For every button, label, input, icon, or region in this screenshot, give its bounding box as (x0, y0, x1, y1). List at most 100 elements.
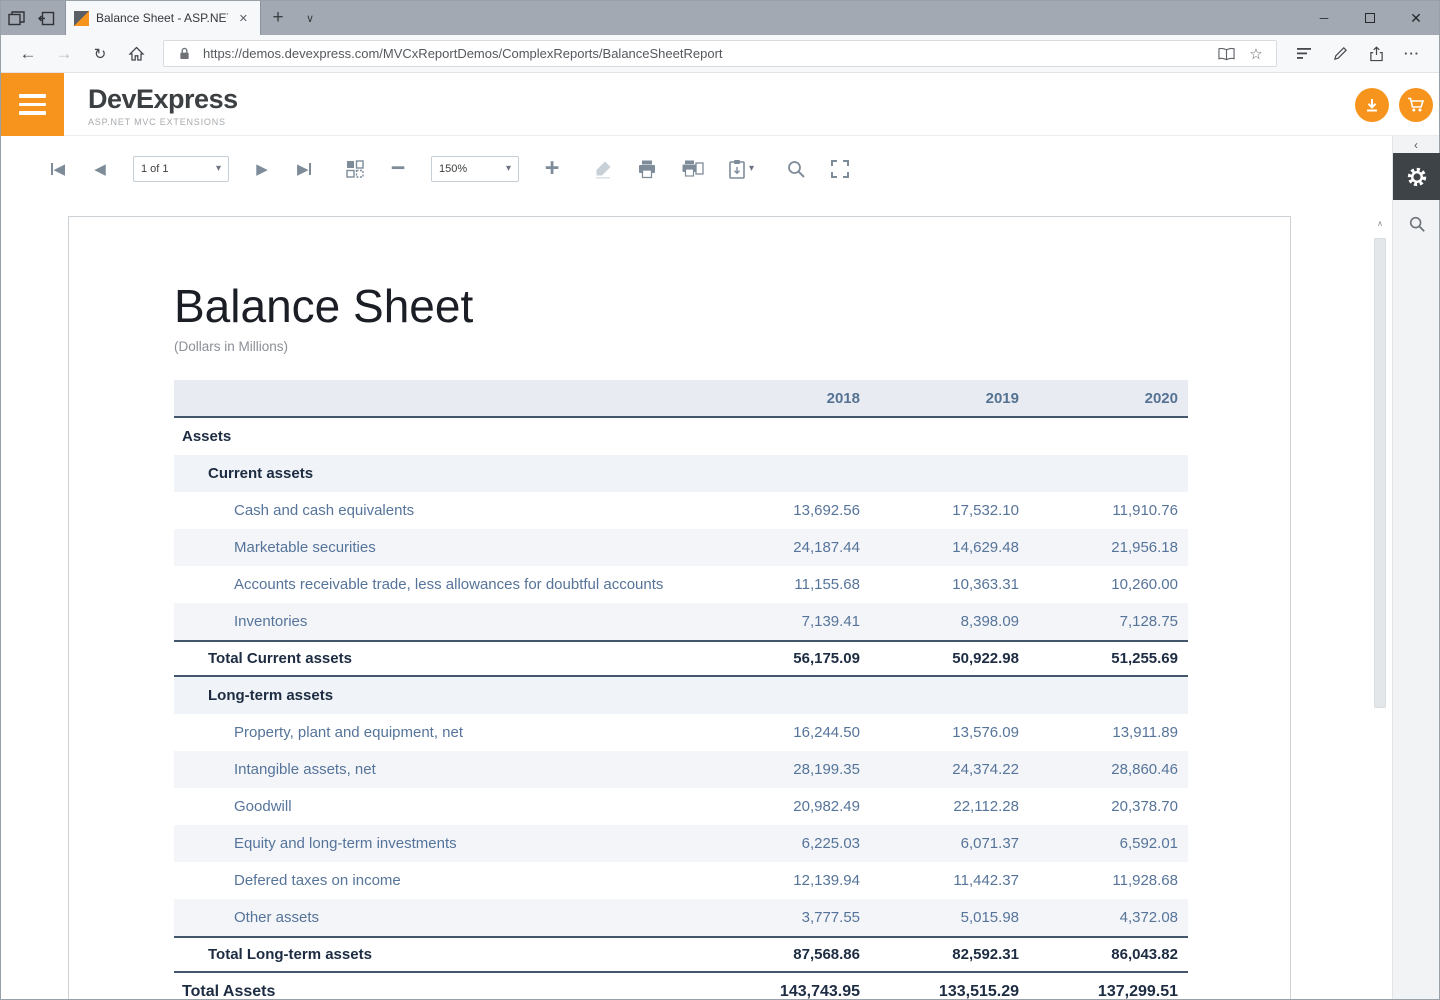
zoom-selector[interactable]: 150% ▾ (431, 156, 519, 182)
address-bar[interactable]: https://demos.devexpress.com/MVCxReportD… (163, 40, 1277, 67)
back-button[interactable]: ← (11, 39, 45, 69)
row-value: 24,187.44 (711, 539, 870, 556)
row-value: 87,568.86 (711, 946, 870, 963)
url-text: https://demos.devexpress.com/MVCxReportD… (203, 46, 1207, 61)
gear-icon (1406, 166, 1428, 188)
collapse-panel-button[interactable]: ‹ (1393, 136, 1439, 153)
search-panel-tab[interactable] (1393, 200, 1440, 247)
forward-button[interactable]: → (47, 39, 81, 69)
next-page-button[interactable]: ▶ (253, 160, 271, 178)
lock-icon (173, 47, 195, 60)
row-value: 13,911.89 (1029, 724, 1188, 741)
site-favicon (74, 11, 89, 26)
close-button[interactable]: ✕ (1393, 1, 1439, 35)
window-controls: ─ ✕ (1301, 1, 1439, 35)
document-scrollbar[interactable]: ∧ (1373, 216, 1387, 999)
refresh-button[interactable]: ↻ (83, 39, 117, 69)
tab-bar: Balance Sheet - ASP.NET ✕ + ∨ ─ ✕ (1, 1, 1439, 35)
tab-preview-icon[interactable] (1, 1, 31, 35)
fullscreen-button[interactable] (830, 159, 850, 179)
row-value: 6,071.37 (870, 835, 1029, 852)
highlight-editing-fields-button[interactable] (593, 159, 613, 179)
set-tabs-aside-icon[interactable] (31, 1, 61, 35)
balance-sheet-table: 2018 2019 2020 AssetsCurrent assetsCash … (174, 380, 1188, 999)
row-value: 6,592.01 (1029, 835, 1188, 852)
table-row: Total Current assets56,175.0950,922.9851… (174, 640, 1188, 677)
header-year-2020: 2020 (1029, 390, 1188, 407)
share-button[interactable] (1359, 39, 1393, 69)
first-page-button[interactable]: ◀ (49, 160, 67, 178)
previous-page-button[interactable]: ◀ (91, 160, 109, 178)
table-row: Total Assets143,743.95133,515.29137,299.… (174, 973, 1188, 999)
row-value: 11,442.37 (870, 872, 1029, 889)
minimize-button[interactable]: ─ (1301, 1, 1347, 35)
row-label: Marketable securities (174, 539, 711, 556)
row-label: Long-term assets (174, 687, 711, 704)
search-button[interactable] (786, 159, 806, 179)
row-label: Current assets (174, 465, 711, 482)
row-value: 56,175.09 (711, 650, 870, 667)
row-value: 10,260.00 (1029, 576, 1188, 593)
search-icon (1408, 215, 1426, 233)
page-selector[interactable]: 1 of 1 ▾ (133, 156, 229, 182)
scroll-up-icon[interactable]: ∧ (1373, 216, 1387, 230)
row-value: 133,515.29 (870, 983, 1029, 1000)
row-value: 11,910.76 (1029, 502, 1188, 519)
export-options-tab[interactable] (1393, 153, 1440, 200)
zoom-level: 150% (439, 163, 506, 175)
scrollbar-thumb[interactable] (1374, 238, 1386, 708)
reading-view-icon[interactable] (1215, 47, 1237, 61)
favorites-hub-button[interactable] (1287, 39, 1321, 69)
caret-down-icon: ▾ (506, 163, 511, 174)
zoom-out-button[interactable]: − (389, 154, 407, 183)
logo-tagline: ASP.NET MVC EXTENSIONS (88, 117, 238, 127)
row-value: 82,592.31 (870, 946, 1029, 963)
row-label: Cash and cash equivalents (174, 502, 711, 519)
table-row: Cash and cash equivalents13,692.5617,532… (174, 492, 1188, 529)
row-value: 51,255.69 (1029, 650, 1188, 667)
row-value: 10,363.31 (870, 576, 1029, 593)
more-options-button[interactable]: ··· (1395, 39, 1429, 69)
multipage-view-button[interactable] (345, 159, 365, 179)
annotate-pen-button[interactable] (1323, 39, 1357, 69)
row-value: 20,982.49 (711, 798, 870, 815)
print-page-button[interactable] (681, 159, 704, 179)
home-button[interactable] (119, 39, 153, 69)
maximize-button[interactable] (1347, 1, 1393, 35)
row-value: 13,576.09 (870, 724, 1029, 741)
table-row: Marketable securities24,187.4414,629.482… (174, 529, 1188, 566)
table-body: Assets Current assets Cash and cash equiva… (174, 418, 1188, 999)
row-value: 17,532.10 (870, 502, 1029, 519)
row-value: 14,629.48 (870, 539, 1029, 556)
hamburger-menu-button[interactable] (1, 73, 64, 136)
zoom-in-button[interactable]: + (543, 154, 561, 183)
favorites-star-icon[interactable]: ☆ (1245, 45, 1267, 63)
row-value: 20,378.70 (1029, 798, 1188, 815)
caret-down-icon: ▾ (216, 163, 221, 174)
page-indicator: 1 of 1 (141, 163, 216, 175)
tab-list-chevron-icon[interactable]: ∨ (295, 1, 325, 35)
row-value: 7,139.41 (711, 613, 870, 630)
download-button[interactable] (1355, 88, 1389, 122)
row-value: 8,398.09 (870, 613, 1029, 630)
last-page-button[interactable]: ▶ (295, 160, 313, 178)
new-tab-button[interactable]: + (261, 1, 295, 35)
last-page-icon (309, 163, 312, 175)
row-label: Accounts receivable trade, less allowanc… (174, 576, 711, 593)
report-subtitle: (Dollars in Millions) (174, 339, 288, 354)
row-label: Equity and long-term investments (174, 835, 711, 852)
browser-tab[interactable]: Balance Sheet - ASP.NET ✕ (65, 1, 261, 35)
row-value: 28,860.46 (1029, 761, 1188, 778)
print-button[interactable] (637, 159, 657, 179)
table-row: Assets (174, 418, 1188, 455)
row-value: 28,199.35 (711, 761, 870, 778)
report-title: Balance Sheet (174, 279, 473, 333)
row-value: 86,043.82 (1029, 946, 1188, 963)
row-label: Total Long-term assets (174, 946, 711, 963)
table-row: Goodwill20,982.4922,112.2820,378.70 (174, 788, 1188, 825)
export-to-button[interactable]: ▾ (728, 159, 754, 179)
tab-title: Balance Sheet - ASP.NET (96, 11, 228, 25)
table-row: Accounts receivable trade, less allowanc… (174, 566, 1188, 603)
tab-close-icon[interactable]: ✕ (235, 10, 252, 27)
cart-button[interactable] (1399, 88, 1433, 122)
